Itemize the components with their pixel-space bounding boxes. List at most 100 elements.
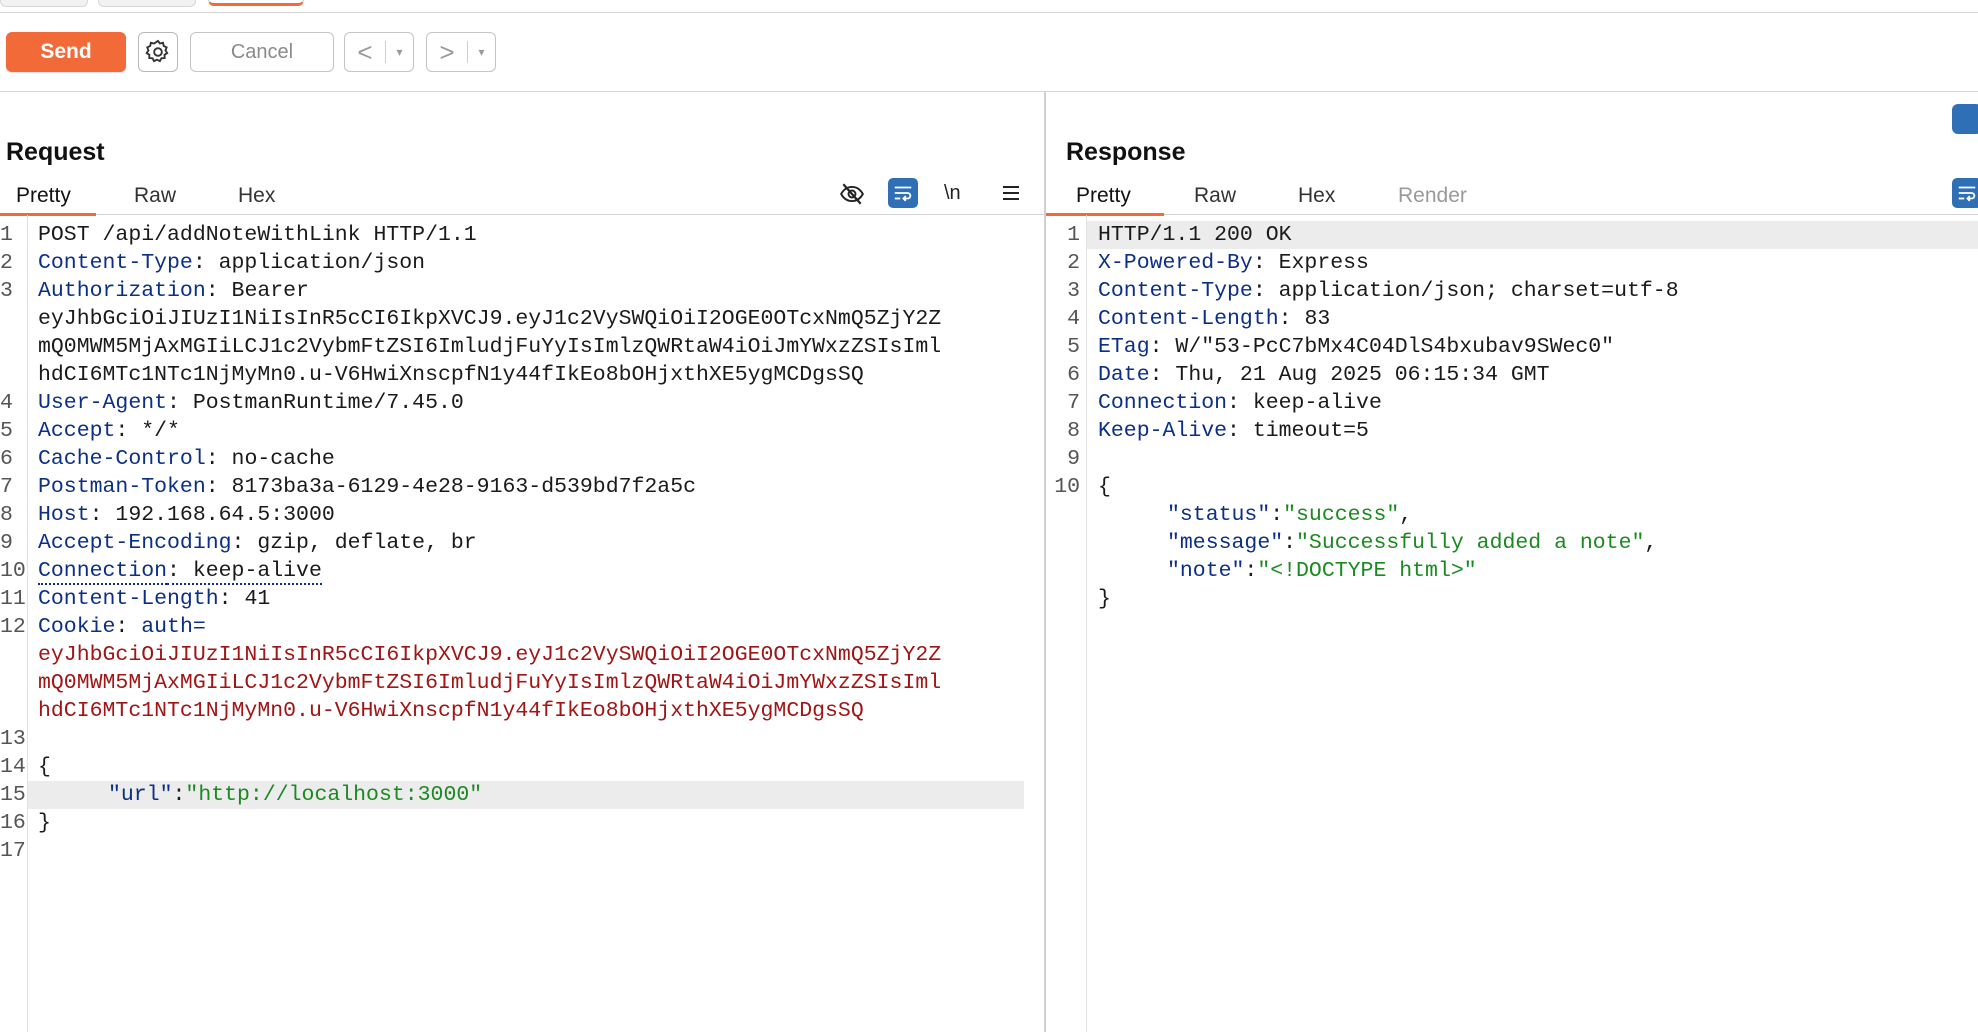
line-number: 7 — [1067, 391, 1080, 415]
tab-raw[interactable]: Raw — [1194, 184, 1236, 208]
response-pane: Response Pretty Raw Hex Render 1 2 3 4 5… — [1046, 92, 1978, 1032]
header-value-wrap: hdCI6MTc1NTc1NjMyMn0.u-V6HwiXnscpfN1y44f… — [38, 363, 864, 387]
tab-hex[interactable]: Hex — [1298, 184, 1335, 208]
header-key: Content-Type — [38, 251, 193, 275]
header-separator: : — [115, 615, 142, 639]
settings-button[interactable] — [138, 32, 178, 72]
request-line: Content-Length: 41 — [38, 585, 270, 613]
line-number: 10 — [0, 559, 26, 583]
word-wrap-toggle[interactable] — [888, 178, 918, 208]
cancel-button[interactable]: Cancel — [190, 32, 334, 72]
forward-button[interactable]: > ▾ — [426, 32, 496, 72]
json-colon: : — [1270, 503, 1284, 527]
header-value: : Bearer — [205, 279, 309, 303]
line-number: 2 — [0, 251, 13, 275]
top-tab-strip — [0, 0, 1978, 13]
request-line: Accept-Encoding: gzip, deflate, br — [38, 529, 477, 557]
line-number: 13 — [0, 727, 26, 751]
cookie-name: auth= — [141, 615, 206, 639]
request-line: Postman-Token: 8173ba3a-6129-4e28-9163-d… — [38, 473, 696, 501]
json-brace: { — [1098, 475, 1111, 499]
send-button[interactable]: Send — [6, 32, 126, 72]
response-title: Response — [1066, 138, 1186, 166]
tab-render[interactable]: Render — [1398, 184, 1467, 208]
cookie-value-wrap: hdCI6MTc1NTc1NjMyMn0.u-V6HwiXnscpfN1y44f… — [38, 699, 864, 723]
header-key: ETag — [1098, 335, 1150, 359]
menu-button[interactable] — [996, 178, 1026, 208]
response-line: Content-Type: application/json; charset=… — [1098, 277, 1679, 305]
json-key: "message" — [1167, 531, 1284, 555]
header-value: : no-cache — [205, 447, 335, 471]
tab-pretty[interactable]: Pretty — [16, 184, 71, 208]
json-colon: : — [172, 783, 186, 807]
tab-pretty[interactable]: Pretty — [1076, 184, 1131, 208]
json-colon: : — [1244, 559, 1258, 583]
json-value: "success" — [1283, 503, 1400, 527]
line-number: 8 — [0, 503, 13, 527]
json-comma: , — [1644, 531, 1658, 555]
line-number: 8 — [1067, 419, 1080, 443]
json-value: "<!DOCTYPE html>" — [1257, 559, 1477, 583]
header-key: Connection — [38, 559, 168, 585]
json-value: "http://localhost:3000" — [185, 783, 483, 807]
header-value: : 8173ba3a-6129-4e28-9163-d539bd7f2a5c — [205, 475, 697, 499]
json-brace: } — [38, 811, 51, 835]
gear-icon — [145, 39, 169, 63]
json-line: "status":"success", — [1167, 501, 1412, 529]
chevron-down-icon[interactable]: ▾ — [468, 45, 495, 59]
header-value: : W/"53-PcC7bMx4C04DlS4bxubav9SWec0" — [1149, 335, 1615, 359]
top-tab[interactable] — [98, 0, 196, 7]
header-key: Accept-Encoding — [38, 531, 232, 555]
request-line: Content-Type: application/json — [38, 249, 425, 277]
word-wrap-toggle[interactable] — [1952, 178, 1978, 208]
header-key: Accept — [38, 419, 116, 443]
top-tab-active[interactable] — [208, 0, 304, 6]
response-editor[interactable]: 1 2 3 4 5 6 7 8 9 10 HTTP/1.1 200 OK X-P… — [1046, 215, 1978, 1032]
newline-toggle[interactable]: \n — [944, 178, 961, 208]
header-value: : 192.168.64.5:3000 — [89, 503, 335, 527]
request-title: Request — [6, 138, 105, 166]
json-key: "url" — [108, 783, 173, 807]
json-line: "message":"Successfully added a note", — [1167, 529, 1657, 557]
line-number: 5 — [0, 419, 13, 443]
header-value-wrap: mQ0MWM5MjAxMGIiLCJ1c2VybmFtZSI6ImludjFuY… — [38, 335, 942, 359]
header-value: : keep-alive — [1227, 391, 1382, 415]
json-value: "Successfully added a note" — [1296, 531, 1645, 555]
request-tabs: Pretty Raw Hex \n — [0, 178, 1044, 216]
request-line: Authorization: Bearer — [38, 277, 309, 305]
layout-toggle-button[interactable] — [1952, 104, 1978, 134]
header-value: : PostmanRuntime/7.45.0 — [167, 391, 464, 415]
line-number: 2 — [1067, 251, 1080, 275]
line-number: 12 — [0, 615, 26, 639]
line-number: 14 — [0, 755, 26, 779]
tab-raw[interactable]: Raw — [134, 184, 176, 208]
chevron-down-icon[interactable]: ▾ — [386, 45, 413, 59]
line-number: 11 — [0, 587, 26, 611]
top-tab[interactable] — [0, 0, 88, 7]
header-value: : 41 — [218, 587, 271, 611]
line-number: 5 — [1067, 335, 1080, 359]
tab-hex[interactable]: Hex — [238, 184, 275, 208]
back-button[interactable]: < ▾ — [344, 32, 414, 72]
header-key: Cache-Control — [38, 447, 206, 471]
line-number: 6 — [0, 447, 13, 471]
line-number: 3 — [0, 279, 13, 303]
header-value-wrap: eyJhbGciOiJIUzI1NiIsInR5cCI6IkpXVCJ9.eyJ… — [38, 307, 942, 331]
request-editor[interactable]: 1 2 3 4 5 6 7 8 9 10 11 12 13 14 15 16 1… — [0, 215, 1044, 1032]
json-brace: { — [38, 755, 51, 779]
header-value: : Express — [1252, 251, 1369, 275]
json-colon: : — [1283, 531, 1297, 555]
header-key: User-Agent — [38, 391, 168, 415]
chevron-right-icon: > — [439, 37, 455, 67]
response-tabs: Pretty Raw Hex Render — [1046, 178, 1978, 216]
wrap-lines-icon — [1958, 186, 1976, 202]
hide-nonprintable-button[interactable] — [836, 178, 868, 210]
json-line: "url":"http://localhost:3000" — [108, 781, 482, 809]
request-line: Cookie: auth= — [38, 613, 206, 641]
response-line: X-Powered-By: Express — [1098, 249, 1369, 277]
wrap-lines-icon — [894, 186, 912, 202]
json-line: "note":"<!DOCTYPE html>" — [1167, 557, 1477, 585]
header-key: Keep-Alive — [1098, 419, 1228, 443]
header-key: Content-Length — [38, 587, 219, 611]
line-number: 7 — [0, 475, 13, 499]
